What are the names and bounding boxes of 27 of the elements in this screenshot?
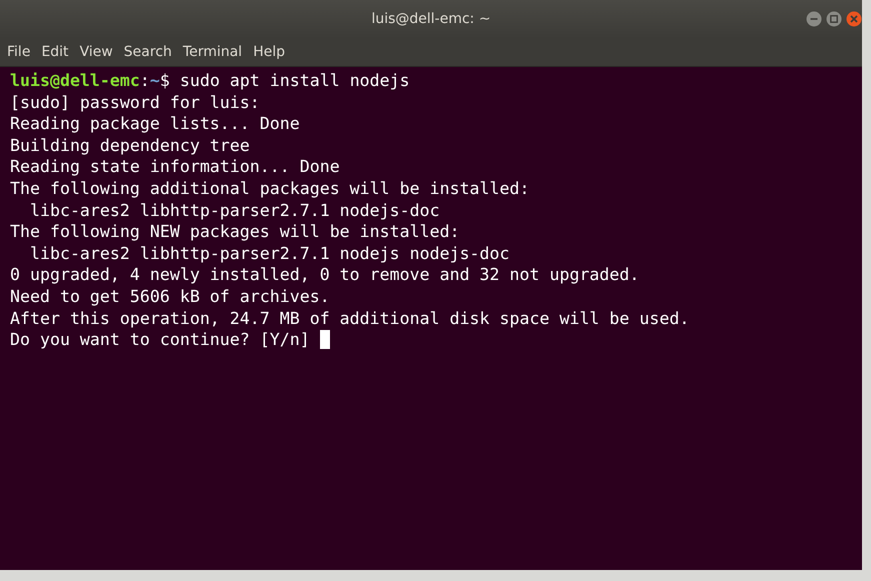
menu-item[interactable]: Edit [40,44,70,60]
output-line: [sudo] password for luis: [10,92,260,114]
menu-item[interactable]: Terminal [182,44,244,60]
prompt-user-host: luis@dell-emc [10,70,140,92]
maximize-icon[interactable] [826,11,842,27]
prompt-separator: : [140,70,150,92]
close-icon[interactable] [846,11,862,27]
output-line: The following NEW packages will be installed: [10,221,460,243]
output-line: 0 upgraded, 4 newly installed, 0 to remove and 32 not upgraded. [10,264,640,286]
menu-item[interactable]: File [6,44,32,60]
output-line: After this operation, 24.7 MB of additional disk space will be used. [10,308,690,330]
output-line: Reading package lists... Done [10,113,300,135]
output-line: Need to get 5606 kB of archives. [10,286,330,308]
output-line: Reading state information... Done [10,156,340,178]
minimize-icon[interactable] [806,11,822,27]
cursor-block [320,330,330,350]
menu-item[interactable]: Help [252,44,286,60]
output-line: Do you want to continue? [Y/n] [10,329,310,351]
menu-item[interactable]: Search [122,44,173,60]
menu-item[interactable]: View [78,44,114,60]
command-text: $ sudo apt install nodejs [160,70,410,92]
output-line: Building dependency tree [10,134,250,156]
prompt-path: ~ [150,70,160,92]
window-title: luis@dell-emc: ~ [371,11,491,27]
output-line: The following additional packages will be installed: [10,178,530,200]
output-line: libc-ares2 libhttp-parser2.7.1 nodejs nodejs-doc [28,242,510,264]
output-line: libc-ares2 libhttp-parser2.7.1 nodejs-doc [28,200,440,222]
